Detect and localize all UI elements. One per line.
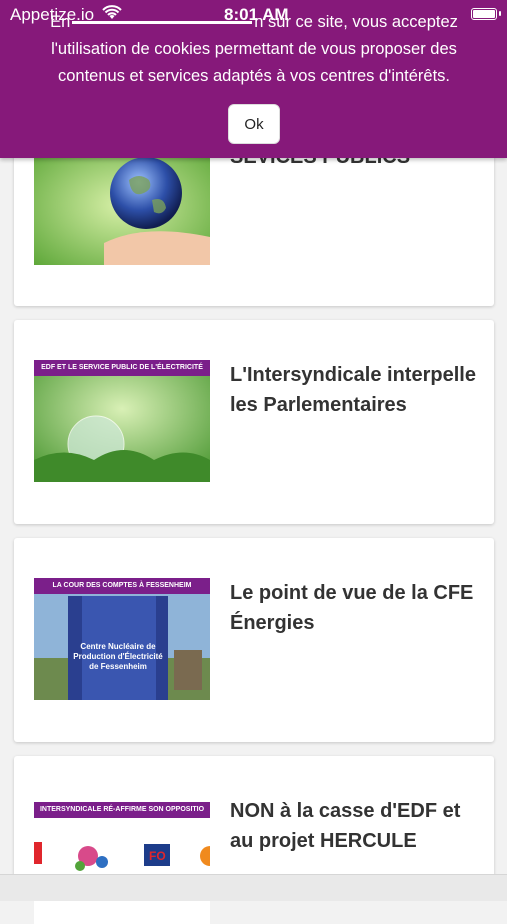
battery-icon [471,8,497,20]
thumbnail-banner: LA COUR DES COMPTES À FESSENHEIM [34,578,210,594]
nuclear-plant-sign-icon [34,578,210,700]
article-card[interactable]: EDF ET LE SERVICE PUBLIC DE L'ÉLECTRICIT… [14,320,494,524]
article-title: L'Intersyndicale interpelle les Parlemen… [230,364,476,416]
cookie-ok-button[interactable]: Ok [228,104,280,144]
wifi-icon [102,5,122,26]
globe-in-hand-icon [34,145,210,265]
union-logos-icon: FO [34,802,210,924]
article-thumbnail: LA COUR DES COMPTES À FESSENHEIM Centre … [34,578,210,700]
battery-tip-icon [499,11,501,16]
svg-text:FO: FO [149,849,166,863]
glass-globe-icon [34,360,210,482]
cookie-line2: l'utilisation de cookies permettant de v… [51,40,457,58]
plant-sign-text: Centre Nucléaire de Production d'Électri… [73,642,163,671]
article-card[interactable]: LA COUR DES COMPTES À FESSENHEIM Centre … [14,538,494,742]
thumbnail-banner: EDF ET LE SERVICE PUBLIC DE L'ÉLECTRICIT… [34,360,210,376]
bottom-toolbar [0,874,507,901]
status-bar: Appetize.io 8:01 AM [0,0,507,28]
cookie-line3: contenus et services adaptés à vos centr… [57,67,451,85]
article-thumbnail: FO INTERSYNDICALE RÉ-AFFIRME SON OPPOSIT… [34,802,210,924]
clock: 8:01 AM [224,5,289,24]
article-thumbnail: EDF ET LE SERVICE PUBLIC DE L'ÉLECTRICIT… [34,360,210,482]
article-title: Le point de vue de la CFE Énergies [230,582,474,634]
article-thumbnail [34,145,210,265]
carrier-label: Appetize.io [10,5,95,24]
article-title: NON à la casse d'EDF et au projet HERCUL… [230,800,461,852]
thumbnail-banner: INTERSYNDICALE RÉ-AFFIRME SON OPPOSITIO [34,802,210,818]
